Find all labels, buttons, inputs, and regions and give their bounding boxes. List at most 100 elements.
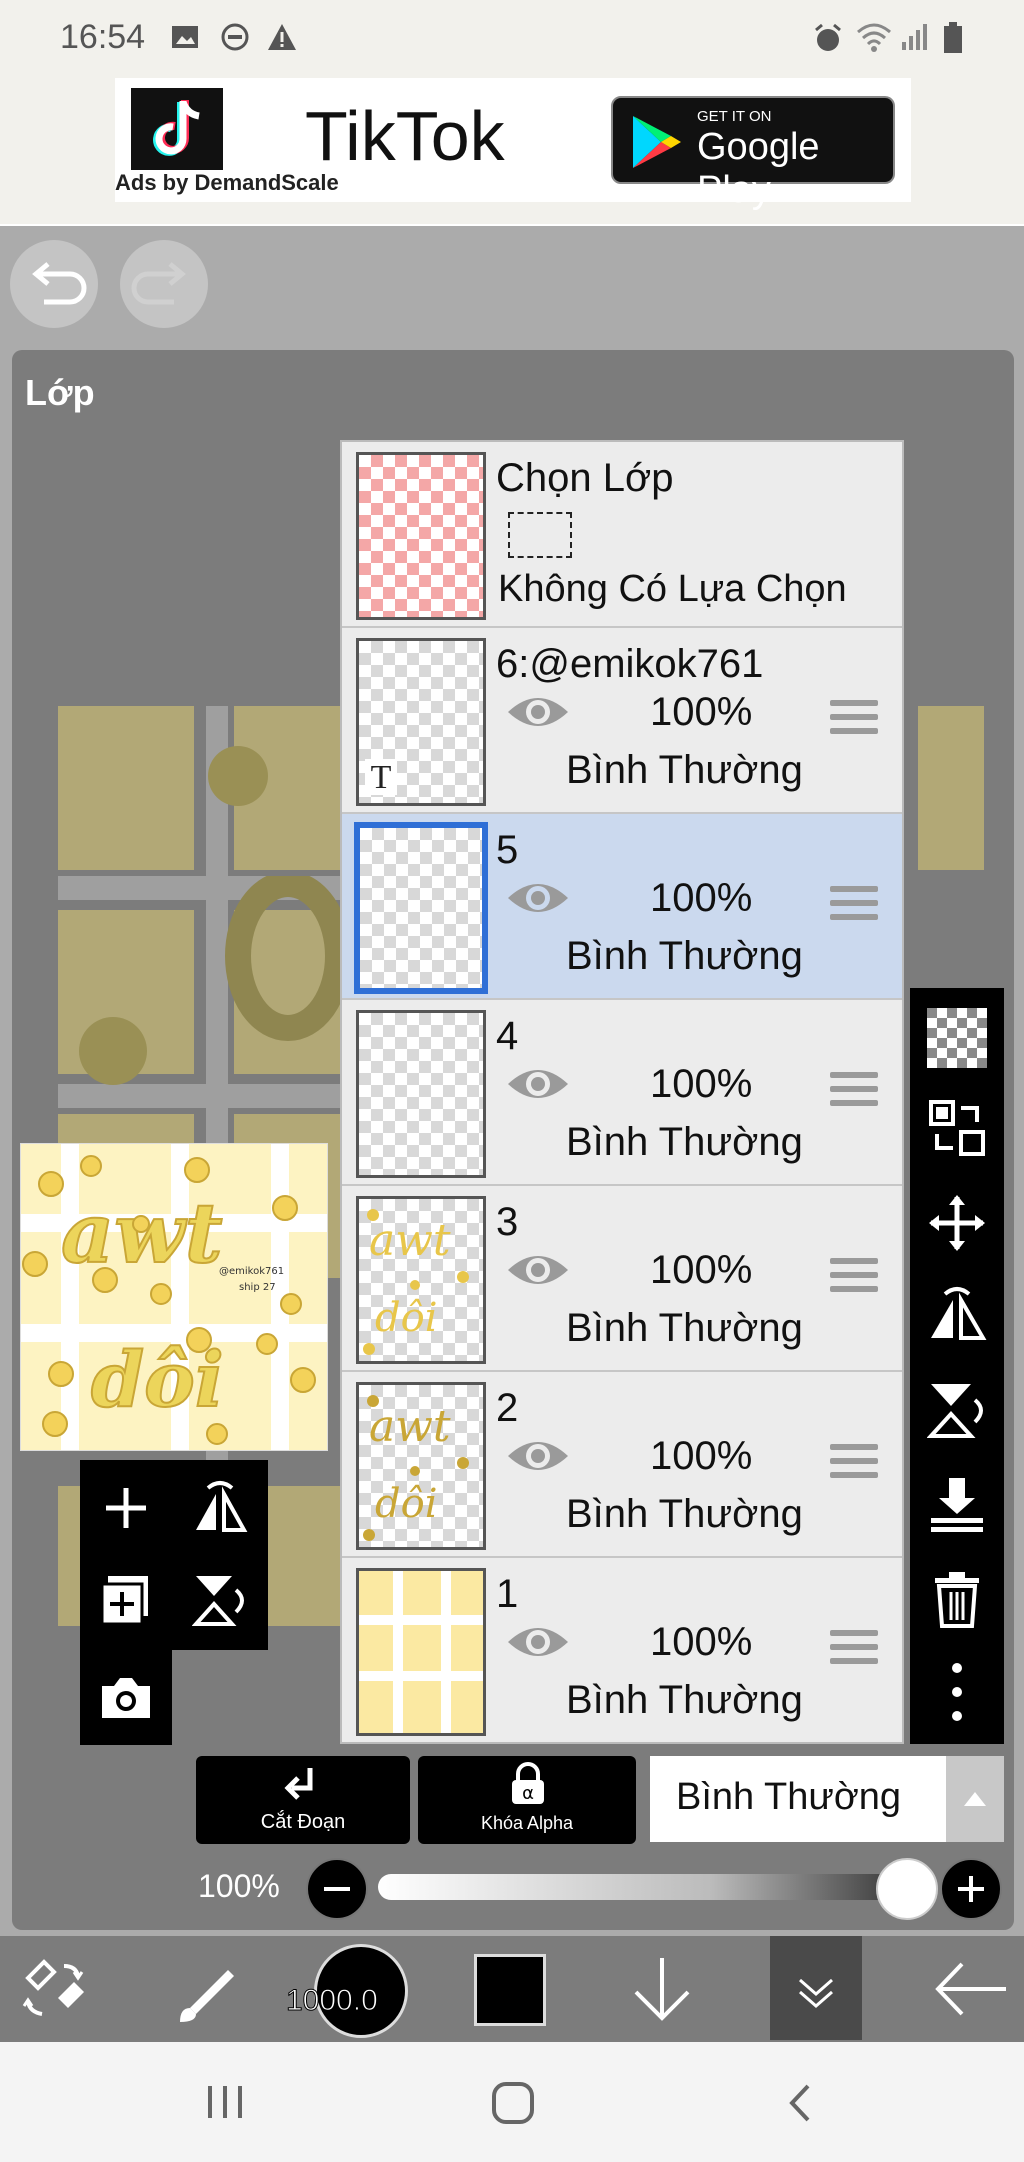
svg-text:dôi: dôi <box>375 1295 437 1341</box>
add-layer-icon[interactable] <box>98 1480 154 1536</box>
layer-opacity: 100% <box>650 1620 753 1664</box>
duplicate-layer-icon[interactable] <box>98 1572 154 1628</box>
eye-icon[interactable] <box>506 1062 570 1106</box>
drag-handle-icon[interactable] <box>830 1630 878 1672</box>
eye-icon[interactable] <box>506 1620 570 1664</box>
layer-row-selected[interactable]: 5 100% Bình Thường <box>342 814 902 1001</box>
home-icon[interactable] <box>488 2078 538 2128</box>
opacity-label: 100% <box>198 1868 280 1904</box>
svg-text:α: α <box>522 1783 534 1804</box>
merge-down-icon[interactable] <box>927 1474 987 1534</box>
opacity-increase-button[interactable] <box>940 1858 1002 1920</box>
flip-horizontal-icon[interactable] <box>927 1286 987 1346</box>
trash-icon[interactable] <box>927 1568 987 1628</box>
layer-name: 5 <box>496 828 519 872</box>
flip-canvas-horizontal-icon[interactable] <box>192 1480 248 1536</box>
layer-blend-mode: Bình Thường <box>566 934 803 978</box>
layer-name: 1 <box>496 1572 519 1616</box>
store-name: Google Play <box>697 126 820 211</box>
opacity-slider-track[interactable] <box>378 1874 934 1900</box>
flip-vertical-icon[interactable] <box>927 1380 987 1440</box>
layer-opacity: 100% <box>650 1062 753 1106</box>
layer-thumbnail: awt dôi <box>356 1382 486 1550</box>
layer-blend-mode: Bình Thường <box>566 1120 803 1164</box>
panel-title: Lớp <box>25 372 95 413</box>
image-icon <box>170 22 200 52</box>
eye-icon[interactable] <box>506 876 570 920</box>
color-swatch[interactable] <box>474 1954 546 2026</box>
undo-button[interactable] <box>10 240 98 328</box>
tiktok-ad-banner[interactable]: TikTok Ads by DemandScale GET IT ON Goog… <box>115 78 911 211</box>
layer-blend-mode: Bình Thường <box>566 1678 803 1722</box>
double-chevron-down-icon <box>799 1978 833 2008</box>
warning-icon <box>266 22 298 52</box>
blend-mode-dropdown-button[interactable] <box>946 1756 1004 1842</box>
dnd-icon <box>220 22 250 52</box>
brush-size-value: 1000.0 <box>286 1984 379 2018</box>
eye-icon[interactable] <box>506 690 570 734</box>
blend-mode-select[interactable]: Bình Thường <box>650 1756 946 1842</box>
back-nav-icon[interactable] <box>780 2080 820 2126</box>
google-play-button[interactable]: GET IT ON Google Play <box>611 96 895 211</box>
blend-mode-value: Bình Thường <box>676 1776 902 1818</box>
move-icon[interactable] <box>927 1193 987 1253</box>
redo-button[interactable] <box>120 240 208 328</box>
flip-canvas-vertical-icon[interactable] <box>192 1572 248 1628</box>
layer-opacity: 100% <box>650 690 753 734</box>
back-arrow-icon[interactable] <box>930 1952 1010 2026</box>
drag-handle-icon[interactable] <box>830 1258 878 1300</box>
layer-name: 4 <box>496 1014 519 1058</box>
caret-up-icon <box>964 1792 986 1806</box>
layer-row[interactable]: 1 100% Bình Thường <box>342 1558 902 1742</box>
layer-row[interactable]: T 6:@emikok761 100% Bình Thường <box>342 628 902 815</box>
canvas-preview[interactable]: awt dôi @emikok761 ship 27 <box>20 1143 328 1451</box>
alarm-icon <box>812 22 844 54</box>
camera-icon[interactable] <box>98 1670 154 1726</box>
opacity-decrease-button[interactable] <box>306 1858 368 1920</box>
layer-blend-mode: Bình Thường <box>566 1306 803 1350</box>
layer-thumbnail <box>356 1568 486 1736</box>
transparency-checker-icon[interactable] <box>927 1008 987 1068</box>
camera-tool <box>80 1650 172 1745</box>
drag-handle-icon[interactable] <box>830 1444 878 1486</box>
layer-row[interactable]: awt dôi 2 100% Bình Thường <box>342 1372 902 1559</box>
clipping-label: Cắt Đoạn <box>260 1811 346 1833</box>
alpha-lock-button[interactable]: α Khóa Alpha <box>418 1756 636 1844</box>
undo-icon <box>32 262 87 305</box>
selection-thumbnail <box>356 452 486 620</box>
drag-handle-icon[interactable] <box>830 886 878 928</box>
layer-list[interactable]: Chọn Lớp Không Có Lựa Chọn T 6:@emikok76… <box>340 440 904 1744</box>
transform-eraser-icon[interactable] <box>18 1954 90 2026</box>
svg-text:dôi: dôi <box>375 1481 437 1527</box>
clipping-button[interactable]: Cắt Đoạn <box>196 1756 410 1844</box>
status-time: 16:54 <box>60 18 146 56</box>
signal-icon <box>900 22 930 52</box>
layer-thumbnail: awt dôi <box>356 1196 486 1364</box>
layer-name: 2 <box>496 1386 519 1430</box>
more-options-icon[interactable] <box>927 1658 987 1721</box>
drag-handle-icon[interactable] <box>830 700 878 742</box>
layer-row[interactable]: 4 100% Bình Thường <box>342 1000 902 1187</box>
layer-name: 3 <box>496 1200 519 1244</box>
recent-apps-icon[interactable] <box>200 2082 250 2122</box>
selection-row-title: Chọn Lớp <box>496 456 674 500</box>
alpha-lock-label: Khóa Alpha <box>480 1813 574 1833</box>
drag-handle-icon[interactable] <box>830 1072 878 1114</box>
selection-layer-row[interactable]: Chọn Lớp Không Có Lựa Chọn <box>342 442 902 629</box>
layer-thumbnail: T <box>356 638 486 806</box>
battery-icon <box>942 22 964 54</box>
move-to-layer-icon[interactable] <box>927 1098 987 1158</box>
layer-row[interactable]: awt dôi 3 100% Bình Thường <box>342 1186 902 1373</box>
brush-icon[interactable] <box>170 1956 242 2028</box>
eye-icon[interactable] <box>506 1248 570 1292</box>
layer-opacity: 100% <box>650 1248 753 1292</box>
clipping-arrow-icon <box>282 1764 322 1804</box>
layer-thumbnail <box>356 1010 486 1178</box>
eye-icon[interactable] <box>506 1434 570 1478</box>
selection-marquee-icon <box>508 512 572 558</box>
arrow-down-icon[interactable] <box>626 1952 698 2026</box>
ad-attribution: Ads by DemandScale <box>115 170 339 195</box>
collapse-panel-button[interactable] <box>770 1936 862 2040</box>
svg-text:ship 27: ship 27 <box>239 1282 276 1293</box>
opacity-slider-knob[interactable] <box>876 1858 938 1920</box>
